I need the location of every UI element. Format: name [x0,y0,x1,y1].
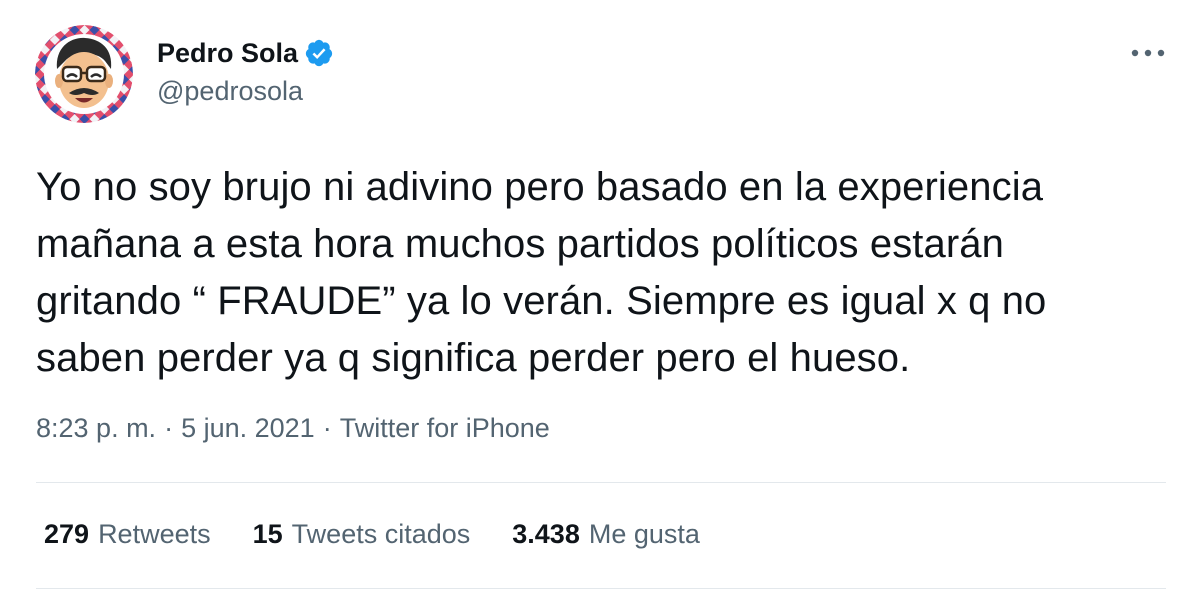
divider [36,482,1166,483]
author-block: Pedro Sola @pedrosola [157,36,334,107]
tweet-source-link[interactable]: Twitter for iPhone [340,413,550,444]
handle[interactable]: @pedrosola [157,76,334,107]
retweets-count: 279 [44,519,90,549]
cartoon-avatar-icon [35,25,133,123]
likes-label: Me gusta [588,519,700,549]
name-row: Pedro Sola [157,36,334,70]
quote-tweets-stat[interactable]: 15 Tweets citados [253,519,471,550]
tweet-text: Yo no soy brujo ni adivino pero basado e… [36,165,1047,380]
quote-tweets-label: Tweets citados [291,519,471,549]
tweet-metadata: 8:23 p. m. · 5 jun. 2021 · Twitter for i… [36,413,550,444]
tweet-date-link[interactable]: 5 jun. 2021 [181,413,315,444]
meta-separator: · [322,413,332,443]
quote-tweets-count: 15 [252,519,283,549]
tweet-card: Pedro Sola @pedrosola Yo no soy brujo ni… [0,0,1202,590]
more-options-button[interactable] [1128,40,1168,66]
verified-badge-icon [304,38,334,68]
retweets-stat[interactable]: 279 Retweets [44,519,211,550]
tweet-time-link[interactable]: 8:23 p. m. [36,413,156,444]
meta-separator: · [164,413,174,443]
divider [36,588,1166,589]
tweet-stats: 279 Retweets 15 Tweets citados 3.438 Me … [44,519,742,550]
display-name[interactable]: Pedro Sola [157,38,298,69]
likes-stat[interactable]: 3.438 Me gusta [512,519,700,550]
avatar[interactable] [35,25,133,123]
more-options-icon [1131,49,1165,57]
retweets-label: Retweets [98,519,211,549]
likes-count: 3.438 [512,519,580,549]
